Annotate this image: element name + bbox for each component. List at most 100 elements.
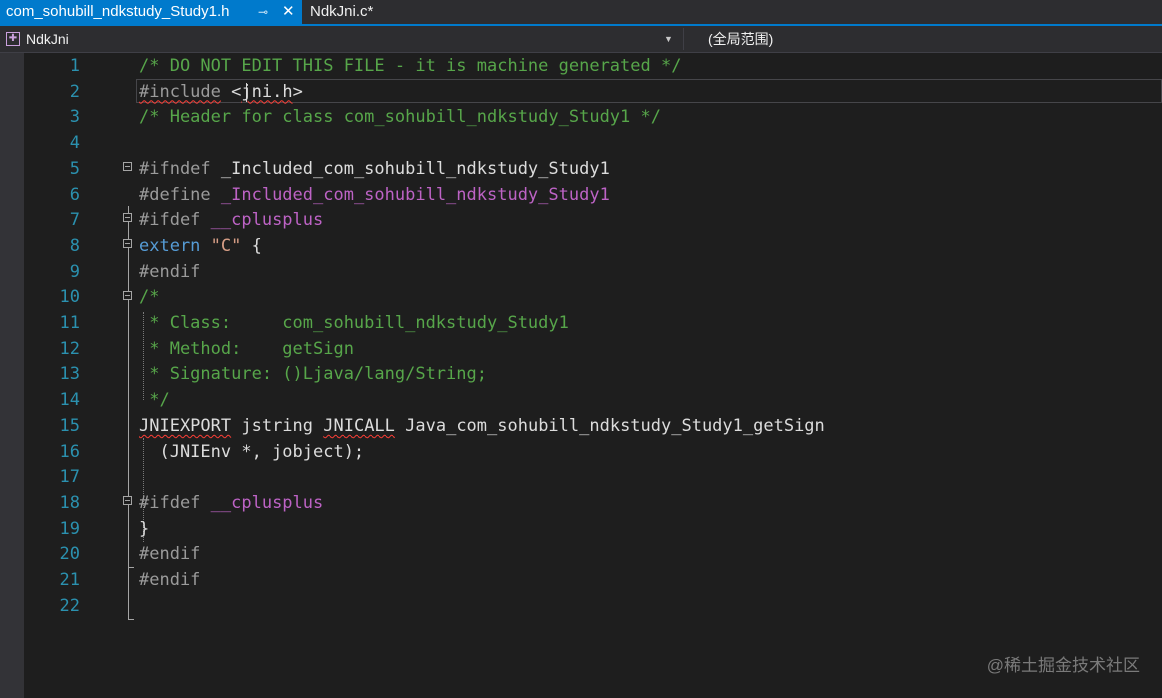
code-token: { — [241, 235, 262, 256]
code-text: #endif — [139, 259, 200, 285]
project-icon: ✚ — [6, 32, 20, 46]
line-number: 22 — [59, 595, 80, 616]
code-token: #ifdef — [139, 210, 211, 231]
error-token: JNICALL — [323, 415, 395, 436]
code-line[interactable]: 22 — [0, 593, 1162, 619]
code-token: _Included_com_sohubill_ndkstudy_Study1 — [220, 184, 610, 205]
code-text: /* Header for class com_sohubill_ndkstud… — [139, 104, 661, 130]
chevron-down-icon[interactable]: ▼ — [664, 29, 673, 49]
code-line[interactable]: 10 /* — [0, 284, 1162, 310]
line-number: 1 — [69, 56, 80, 76]
code-token: /* — [139, 287, 160, 308]
line-number: 2 — [69, 81, 80, 102]
code-text: * Method: getSign — [139, 336, 354, 362]
line-number: 12 — [59, 338, 80, 359]
line-number: 9 — [69, 261, 80, 282]
code-text: #include <jni.h> — [139, 79, 303, 105]
line-number: 16 — [59, 441, 80, 462]
line-number: 5 — [69, 158, 80, 179]
code-line[interactable]: 2 #include <jni.h> — [0, 79, 1162, 105]
code-line[interactable]: 12 * Method: getSign — [0, 336, 1162, 362]
code-text: */ — [139, 387, 170, 413]
code-line[interactable]: 13 * Signature: ()Ljava/lang/String; — [0, 361, 1162, 387]
navbar-divider — [683, 28, 684, 50]
line-number: 6 — [69, 184, 80, 205]
code-text: #define _Included_com_sohubill_ndkstudy_… — [139, 182, 610, 208]
code-line[interactable]: 20 #endif — [0, 541, 1162, 567]
code-line[interactable]: 6 #define _Included_com_sohubill_ndkstudy… — [0, 182, 1162, 208]
code-token: #endif — [139, 570, 201, 590]
code-line[interactable]: 15 JNIEXPORT jstring JNICALL Java_com_soh… — [0, 413, 1162, 439]
code-token: /* DO NOT EDIT THIS FILE - it is machine… — [139, 56, 682, 76]
code-line[interactable]: 1 /* DO NOT EDIT THIS FILE - it is machin… — [0, 53, 1162, 79]
line-number: 13 — [59, 364, 80, 385]
document-tab-bar: com_sohubill_ndkstudy_Study1.h ⊸ ✕ NdkJn… — [0, 0, 1162, 26]
code-token: */ — [139, 390, 170, 411]
code-line[interactable]: 7 #ifdef __cplusplus — [0, 207, 1162, 233]
code-token: /* Header for class com_sohubill_ndkstud… — [139, 107, 661, 128]
scope-dropdown-label: (全局范围) — [708, 31, 774, 47]
code-token: } — [139, 518, 150, 539]
code-line[interactable]: 3 /* Header for class com_sohubill_ndkstu… — [0, 104, 1162, 130]
line-number: 7 — [69, 210, 80, 231]
code-text: (JNIEnv *, jobject); — [139, 439, 364, 465]
code-text: #ifdef __cplusplus — [139, 490, 323, 516]
line-number: 19 — [59, 518, 80, 539]
code-text: } — [139, 516, 149, 542]
code-line[interactable]: 4 — [0, 130, 1162, 156]
code-text: #ifdef __cplusplus — [139, 207, 323, 233]
code-line[interactable]: 11 * Class: com_sohubill_ndkstudy_Study1 — [0, 310, 1162, 336]
code-token: (JNIEnv *, jobject); — [139, 441, 365, 462]
code-line[interactable]: 21 #endif — [0, 567, 1162, 593]
code-line[interactable]: 18 #ifdef __cplusplus — [0, 490, 1162, 516]
code-text: /* DO NOT EDIT THIS FILE - it is machine… — [139, 53, 681, 79]
code-token: "C" — [210, 235, 242, 256]
code-token: * Signature: ()Ljava/lang/String; — [139, 364, 487, 385]
watermark: @稀土掘金技术社区 — [986, 656, 1140, 675]
scope-dropdown[interactable]: (全局范围) — [690, 29, 1160, 49]
code-token: __cplusplus — [210, 492, 324, 513]
close-icon[interactable]: ✕ — [282, 0, 295, 24]
project-dropdown[interactable]: ✚ NdkJni ▼ — [2, 29, 678, 49]
code-token: extern — [139, 235, 211, 256]
code-line[interactable]: 16 (JNIEnv *, jobject); — [0, 439, 1162, 465]
code-token: < — [220, 81, 242, 102]
code-line[interactable]: 17 — [0, 464, 1162, 490]
line-number: 10 — [59, 287, 80, 308]
error-token: #include — [139, 81, 221, 102]
project-dropdown-label: NdkJni — [26, 31, 69, 47]
code-token: #ifndef — [139, 158, 221, 179]
code-editor[interactable]: 1 /* DO NOT EDIT THIS FILE - it is machin… — [0, 53, 1162, 698]
code-text: extern "C" { — [139, 233, 262, 259]
navigation-bar: ✚ NdkJni ▼ (全局范围) — [0, 26, 1162, 53]
code-line[interactable]: 14 */ — [0, 387, 1162, 413]
code-line[interactable]: 9 #endif — [0, 259, 1162, 285]
code-text: #endif — [139, 567, 200, 593]
code-token: * Class: com_sohubill_ndkstudy_Study1 — [139, 313, 569, 333]
code-text: /* — [139, 284, 159, 310]
code-token: * Method: getSign — [139, 338, 354, 359]
error-token: jni.h — [241, 81, 293, 102]
outline-guide-end — [128, 619, 134, 620]
tab-header-file[interactable]: com_sohubill_ndkstudy_Study1.h ⊸ ✕ — [0, 0, 302, 24]
code-line[interactable]: 19} — [0, 516, 1162, 542]
code-token: #endif — [139, 261, 201, 282]
error-token: JNIEXPORT — [139, 415, 232, 436]
line-number: 3 — [69, 107, 80, 128]
code-token: _Included_com_sohubill_ndkstudy_Study1 — [220, 158, 610, 179]
tab-ndkjni-c[interactable]: NdkJni.c* — [310, 0, 430, 24]
code-text: JNIEXPORT jstring JNICALL Java_com_sohub… — [139, 413, 825, 439]
line-number: 20 — [59, 544, 80, 565]
line-number: 21 — [59, 570, 80, 590]
line-number: 8 — [69, 235, 80, 256]
pin-icon[interactable]: ⊸ — [258, 0, 268, 24]
code-line[interactable]: 5 #ifndef _Included_com_sohubill_ndkstudy… — [0, 156, 1162, 182]
line-number: 4 — [69, 133, 80, 154]
code-token: jstring — [231, 415, 324, 436]
code-text: #endif — [139, 541, 200, 567]
code-text: * Signature: ()Ljava/lang/String; — [139, 361, 487, 387]
code-token: > — [292, 81, 303, 102]
code-line[interactable]: 8 extern "C" { — [0, 233, 1162, 259]
code-text: #ifndef _Included_com_sohubill_ndkstudy_… — [139, 156, 610, 182]
code-token: __cplusplus — [210, 210, 324, 231]
